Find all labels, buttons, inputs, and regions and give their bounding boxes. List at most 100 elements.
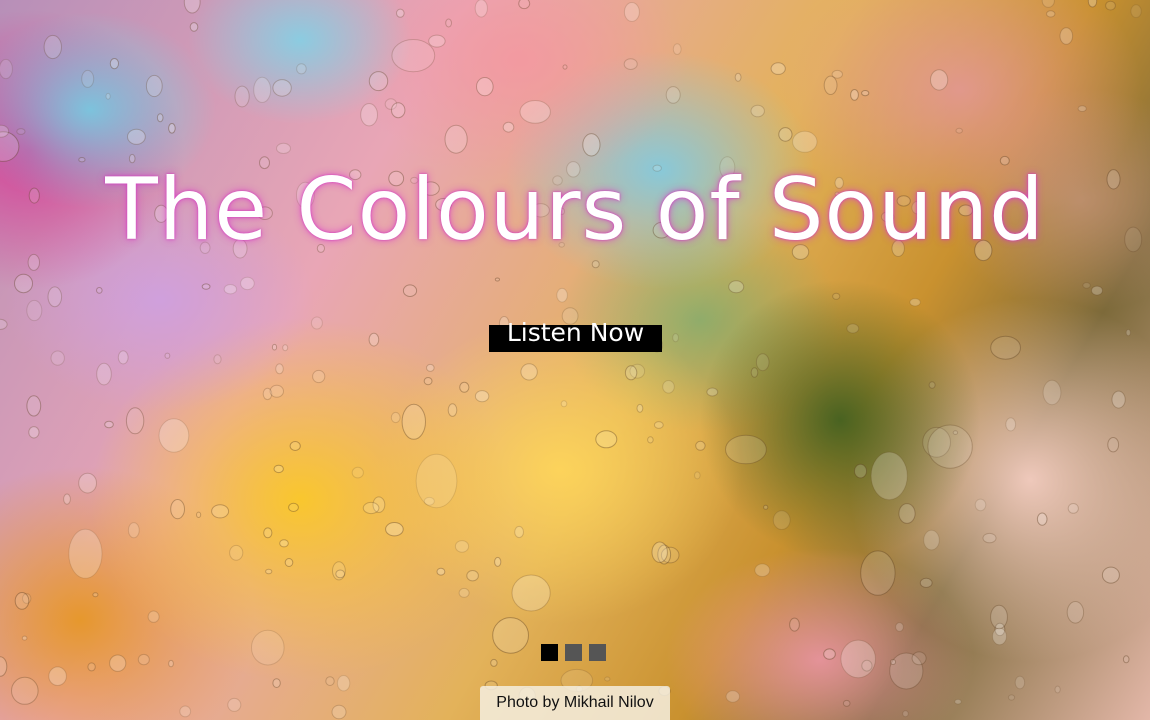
water-drop: [390, 411, 401, 424]
water-drop: [402, 284, 418, 298]
water-drop: [651, 541, 668, 563]
water-drop: [265, 568, 273, 575]
water-drop: [269, 384, 284, 398]
water-drop: [1036, 512, 1048, 526]
water-drop: [289, 441, 301, 451]
water-drop: [1130, 4, 1142, 19]
water-drop: [902, 710, 909, 718]
water-drop: [490, 658, 498, 667]
water-drop: [454, 540, 470, 553]
water-drop: [694, 471, 701, 480]
water-drop: [562, 64, 568, 70]
water-drop: [695, 440, 706, 451]
water-drop: [288, 502, 299, 512]
water-drop: [1125, 329, 1131, 337]
listen-now-label: Listen Now: [506, 317, 645, 347]
water-drop: [63, 493, 71, 505]
water-drop: [1122, 655, 1130, 664]
water-drop: [850, 89, 859, 101]
slide-indicator: [541, 644, 606, 661]
water-drop: [43, 34, 62, 60]
water-drop: [168, 659, 174, 668]
water-drop: [502, 121, 515, 133]
water-drop: [96, 362, 112, 386]
water-drop: [466, 570, 479, 582]
water-drop: [227, 697, 242, 712]
water-drop: [391, 102, 406, 119]
water-drop: [234, 85, 250, 108]
water-drop: [919, 577, 933, 589]
water-drop: [426, 363, 435, 372]
water-drop: [898, 503, 916, 524]
water-drop: [272, 79, 292, 97]
water-drop: [636, 403, 644, 413]
water-drop: [1087, 0, 1098, 8]
water-drop: [928, 381, 936, 389]
water-drop: [755, 353, 770, 372]
water-drop: [240, 276, 255, 291]
water-drop: [156, 113, 164, 123]
water-drop: [595, 430, 618, 449]
water-drop: [870, 451, 908, 501]
water-drop: [459, 381, 470, 393]
water-drop: [706, 387, 719, 397]
water-drops-overlay: [0, 0, 1143, 720]
water-drop: [518, 0, 531, 10]
water-drop: [168, 123, 176, 134]
slide-dot-2[interactable]: [565, 644, 582, 661]
water-drop: [223, 284, 238, 295]
water-drop: [351, 466, 364, 479]
water-drop: [444, 124, 468, 154]
water-drop: [145, 74, 163, 98]
water-drop: [360, 103, 379, 127]
water-drop: [1007, 694, 1016, 701]
slide-dot-3[interactable]: [589, 644, 606, 661]
water-drop: [854, 463, 867, 479]
water-drop: [325, 676, 335, 686]
water-drop: [92, 592, 99, 598]
water-drop: [109, 58, 120, 70]
water-drop: [990, 335, 1021, 360]
water-drop: [860, 550, 896, 596]
water-drop: [87, 662, 96, 672]
water-drop: [954, 698, 962, 705]
water-drop: [778, 127, 793, 142]
water-drop: [992, 627, 1007, 646]
water-drop: [770, 62, 786, 75]
water-drop: [1054, 685, 1061, 694]
water-drop: [279, 539, 289, 548]
water-drop: [271, 343, 278, 351]
water-drop: [909, 298, 921, 307]
water-drop: [68, 528, 103, 579]
water-drop: [310, 316, 323, 330]
water-drop: [81, 69, 95, 88]
water-drop: [1014, 675, 1026, 690]
water-drop: [1041, 0, 1055, 8]
water-drop: [662, 380, 675, 394]
water-drop: [846, 323, 860, 334]
water-drop: [183, 0, 201, 14]
water-drop: [21, 635, 28, 641]
water-drop: [391, 39, 436, 73]
water-drop: [1077, 105, 1087, 112]
water-drop: [47, 286, 63, 308]
water-drop: [754, 563, 771, 578]
water-drop: [725, 434, 767, 465]
water-drop: [50, 350, 65, 366]
water-drop: [763, 504, 769, 510]
water-drop: [832, 292, 841, 300]
listen-now-button[interactable]: Listen Now: [489, 320, 662, 352]
water-drop: [1091, 285, 1103, 296]
water-drop: [396, 8, 405, 18]
water-drop: [436, 567, 446, 576]
water-drop: [368, 332, 380, 347]
water-drop: [842, 699, 851, 707]
water-drop: [514, 525, 524, 539]
hero-section: The Colours of Sound Listen Now Photo by…: [0, 0, 1150, 720]
water-drop: [582, 133, 601, 157]
water-drop: [164, 352, 171, 359]
water-drop: [458, 587, 470, 598]
slide-dot-1[interactable]: [541, 644, 558, 661]
water-drop: [494, 277, 500, 282]
water-drop: [28, 426, 40, 439]
